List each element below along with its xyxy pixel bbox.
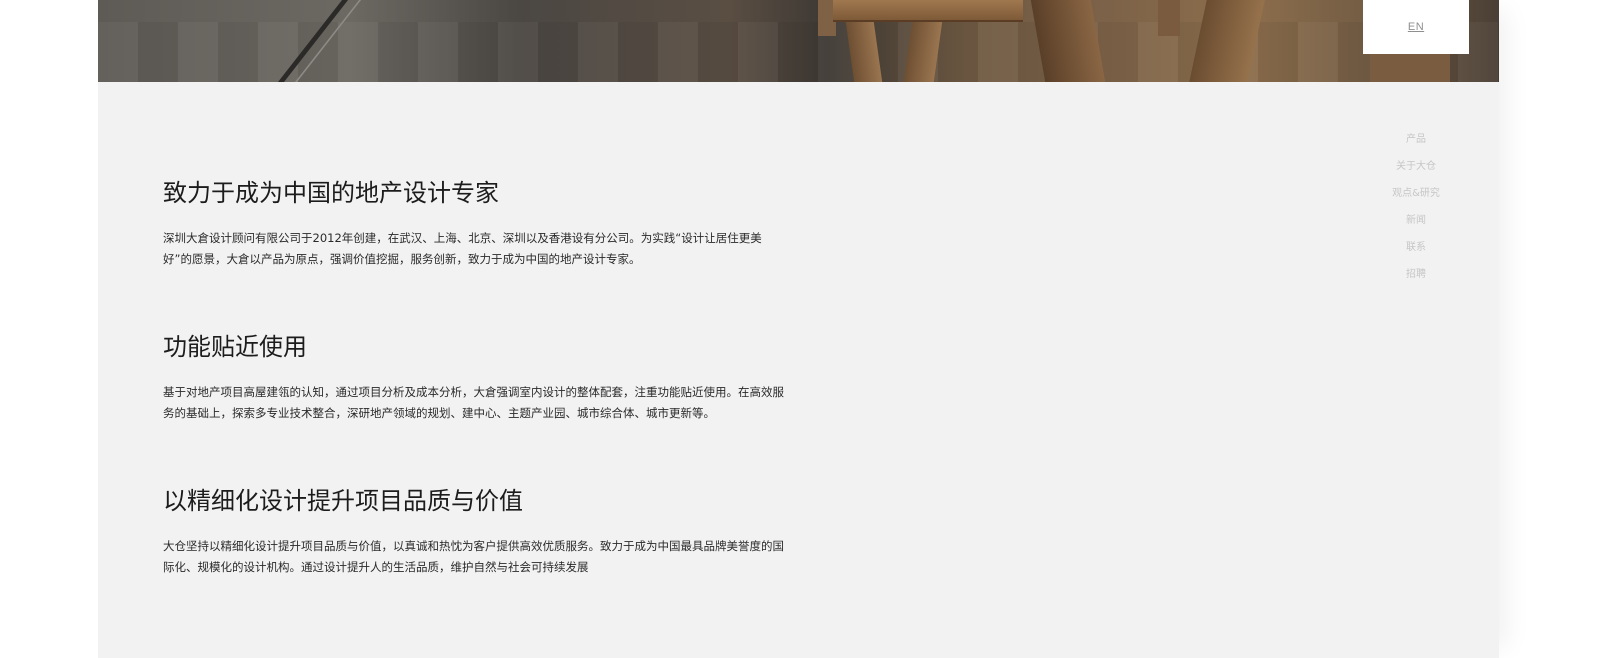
section-function: 功能贴近使用 基于对地产项目高屋建瓴的认知，通过项目分析及成本分析，大倉强调室内…: [163, 332, 803, 424]
hero-floor: [98, 22, 1499, 82]
section-title: 致力于成为中国的地产设计专家: [163, 179, 499, 207]
section-title: 功能贴近使用: [163, 333, 307, 361]
side-nav: 产品 关于大仓 观点&研究 新闻 联系 招聘: [1372, 131, 1460, 293]
section-title: 以精细化设计提升项目品质与价值: [163, 487, 523, 515]
nav-item-about[interactable]: 关于大仓: [1396, 158, 1436, 185]
section-quality: 以精细化设计提升项目品质与价值 大仓坚持以精细化设计提升项目品质与价值，以真诚和…: [163, 486, 803, 578]
nav-item-news[interactable]: 新闻: [1406, 212, 1426, 239]
section-body: 大仓坚持以精细化设计提升项目品质与价值，以真诚和热忱为客户提供高效优质服务。致力…: [163, 539, 784, 574]
language-switch-link[interactable]: EN: [1408, 21, 1424, 33]
section-body: 深圳大倉设计顾问有限公司于2012年创建，在武汉、上海、北京、深圳以及香港设有分…: [163, 231, 762, 266]
page-frame: 致力于成为中国的地产设计专家 深圳大倉设计顾问有限公司于2012年创建，在武汉、…: [98, 0, 1499, 658]
language-switch-box: EN: [1363, 0, 1469, 54]
section-body: 基于对地产项目高屋建瓴的认知，通过项目分析及成本分析，大倉强调室内设计的整体配套…: [163, 385, 784, 420]
hero-image: [98, 0, 1499, 82]
nav-item-careers[interactable]: 招聘: [1406, 266, 1426, 293]
section-expert: 致力于成为中国的地产设计专家 深圳大倉设计顾问有限公司于2012年创建，在武汉、…: [163, 178, 803, 270]
nav-item-contact[interactable]: 联系: [1406, 239, 1426, 266]
hero-furniture-leg: [1158, 0, 1180, 36]
hero-furniture-leg: [1370, 52, 1450, 82]
hero-bench: [833, 0, 1023, 22]
nav-item-products[interactable]: 产品: [1406, 131, 1426, 158]
nav-item-insights[interactable]: 观点&研究: [1392, 185, 1440, 212]
